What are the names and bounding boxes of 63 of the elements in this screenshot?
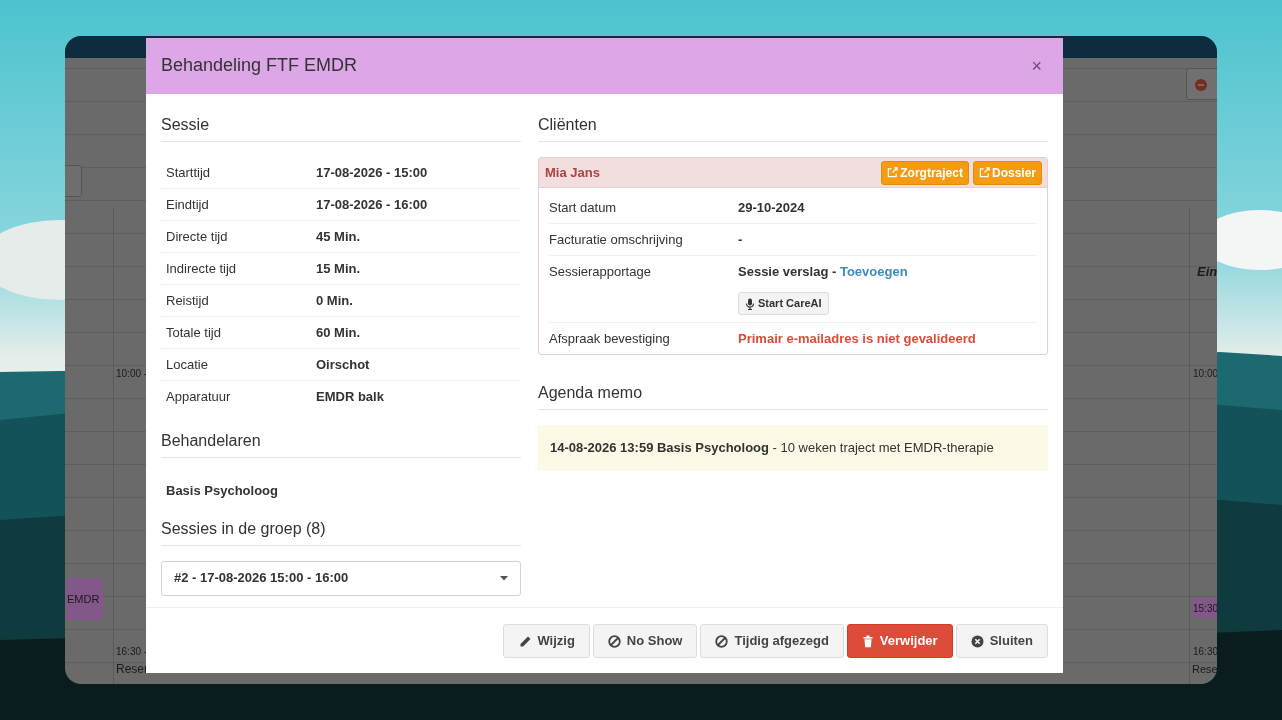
external-link-icon [978, 167, 990, 178]
client-name: Mia Jans [545, 163, 600, 182]
field-value: 29-10-2024 [738, 199, 805, 216]
report-label: Sessie verslag - [738, 264, 837, 279]
practitioner-name: Basis Psycholoog [165, 482, 279, 500]
field-label: Totale tijd [166, 324, 222, 341]
trash-icon [861, 634, 874, 648]
memo-text: 14-08-2026 13:59 Basis Psycholoog - 10 weken traject met EMDR-therapie [538, 425, 1048, 471]
close-button[interactable]: Sluiten [955, 624, 1048, 658]
time-label: 10:00 - [116, 367, 148, 381]
time-label: 16:30 - [116, 645, 148, 659]
field-value: 17-08-2026 - 16:00 [316, 196, 428, 213]
column-header: Ein [1197, 263, 1217, 281]
field-value: 17-08-2026 - 15:00 [316, 164, 428, 181]
button[interactable] [65, 165, 82, 197]
field-value: 15 Min. [316, 260, 361, 277]
field-label: Eindtijd [166, 196, 210, 213]
remove-button[interactable] [1186, 68, 1217, 100]
no-show-button[interactable]: No Show [592, 624, 698, 658]
field-value: 0 Min. [316, 292, 353, 309]
cancel-button[interactable]: Tijdig afgezegd [700, 624, 844, 658]
microphone-icon [745, 297, 755, 310]
section-heading: Behandelaren [161, 429, 521, 458]
field-value: EMDR balk [316, 388, 384, 405]
dialog-title: Behandeling FTF EMDR [161, 55, 358, 77]
field-value: - [738, 231, 743, 248]
field-label: Apparatuur [166, 388, 232, 405]
time-label: 16:30 [1193, 645, 1217, 659]
external-link-icon [887, 167, 899, 178]
calendar-event-text: Rese [1192, 662, 1217, 677]
close-icon [970, 634, 984, 648]
field-label: Reistijd [166, 292, 210, 309]
field-label: Directe tijd [166, 228, 229, 245]
field-label: Locatie [166, 356, 209, 373]
field-value: 45 Min. [316, 228, 361, 245]
section-heading: Agenda memo [538, 381, 1048, 410]
calendar-event-text: Reser [116, 661, 148, 678]
warning-text: Primair e-mailadres is niet gevalideerd [738, 330, 976, 347]
pencil-icon [518, 634, 532, 648]
minus-circle-icon [1195, 78, 1207, 91]
field-label: Start datum [549, 199, 618, 216]
add-link[interactable]: Toevoegen [839, 264, 908, 279]
section-heading: Sessie [161, 113, 521, 142]
delete-button[interactable]: Verwijder [846, 624, 953, 658]
time-label: 10:00 [1193, 367, 1217, 381]
field-label: Facturatie omschrijving [549, 231, 684, 248]
section-heading: Sessies in de groep (8) [161, 516, 521, 546]
close-button[interactable]: × [1025, 57, 1048, 75]
calendar-event: 15:30 [1192, 598, 1217, 618]
field-value: 60 Min. [316, 324, 361, 341]
field-value: Oirschot [316, 356, 370, 373]
edit-button[interactable]: Wijzig [503, 624, 590, 658]
caret-icon [500, 575, 508, 581]
field-label: Sessierapportage [549, 263, 652, 281]
field-label: Indirecte tijd [166, 260, 238, 277]
section-heading: Cliënten [538, 113, 1048, 142]
field-label: Afspraak bevestiging [549, 330, 671, 347]
session-select[interactable]: #2 - 17-08-2026 15:00 - 16:00 [161, 560, 521, 596]
calendar-event: EMDR [66, 578, 103, 620]
ban-icon [607, 634, 621, 648]
field-label: Starttijd [166, 164, 212, 181]
ban-icon [715, 634, 729, 648]
start-careai-button[interactable]: Start CareAI [738, 292, 829, 315]
